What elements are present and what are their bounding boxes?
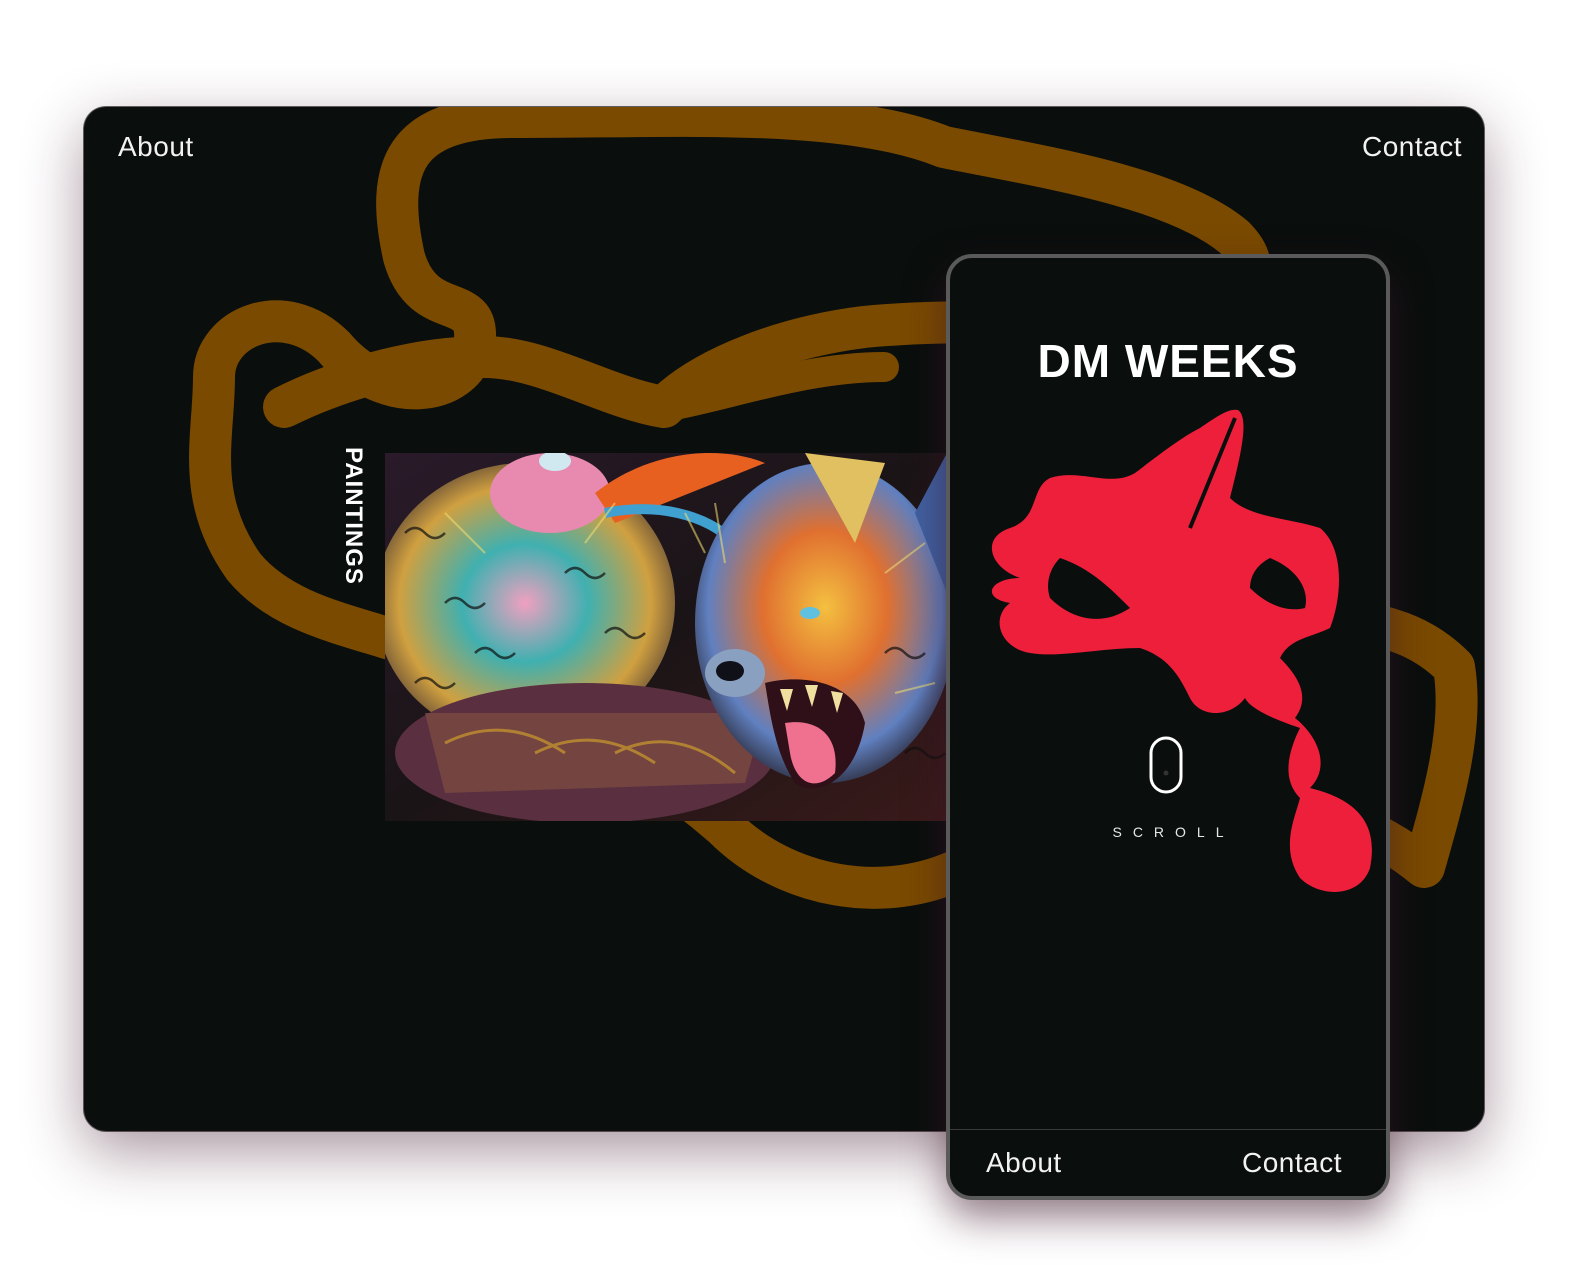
featured-painting[interactable] [385,453,947,821]
mobile-nav-about-link[interactable]: About [986,1147,1062,1179]
paintings-heading: PAINTINGS [340,447,367,585]
mockup-stage: About Contact PAINTINGS DM WEEKS SCROLL … [0,0,1578,1270]
mouse-scroll-icon[interactable] [1149,736,1183,794]
painting-image [385,453,947,821]
nav-contact-link[interactable]: Contact [1362,131,1462,163]
section-label: PAINTINGS [339,447,379,597]
nav-about-link[interactable]: About [118,131,194,163]
mobile-screen: DM WEEKS SCROLL About Contact [946,254,1390,1200]
scroll-hint: SCROLL [1112,824,1235,840]
mobile-nav-contact-link[interactable]: Contact [1242,1147,1342,1179]
paint-splash [991,409,1372,892]
mobile-footer-nav: About Contact [950,1129,1386,1196]
site-title: DM WEEKS [1037,335,1299,387]
